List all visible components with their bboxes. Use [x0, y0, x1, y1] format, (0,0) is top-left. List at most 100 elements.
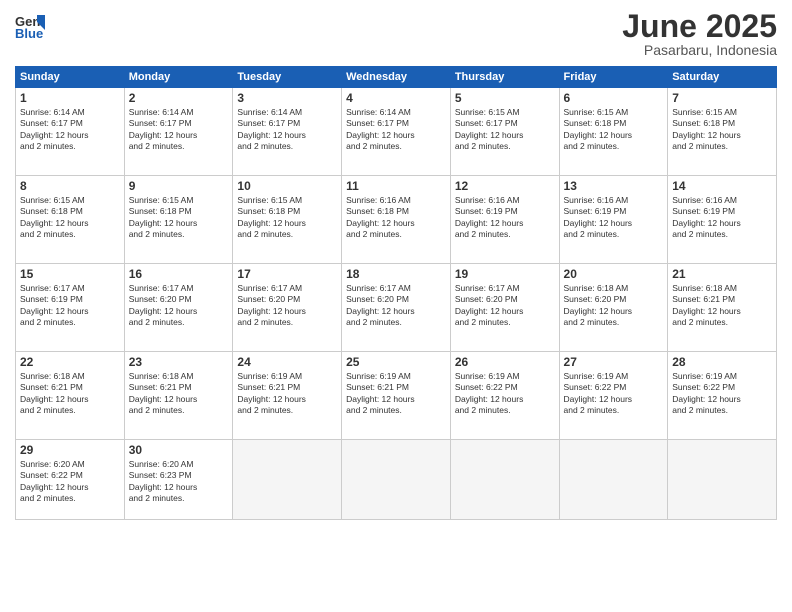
day-number: 2 [129, 91, 229, 105]
day-number: 22 [20, 355, 120, 369]
table-row: 21 Sunrise: 6:18 AMSunset: 6:21 PMDaylig… [668, 264, 777, 352]
day-number: 8 [20, 179, 120, 193]
col-sunday: Sunday [16, 67, 125, 88]
day-info: Sunrise: 6:15 AMSunset: 6:18 PMDaylight:… [564, 107, 664, 153]
table-row: 6 Sunrise: 6:15 AMSunset: 6:18 PMDayligh… [559, 88, 668, 176]
table-row: 17 Sunrise: 6:17 AMSunset: 6:20 PMDaylig… [233, 264, 342, 352]
table-row: 2 Sunrise: 6:14 AMSunset: 6:17 PMDayligh… [124, 88, 233, 176]
table-row: 29 Sunrise: 6:20 AMSunset: 6:22 PMDaylig… [16, 440, 125, 520]
day-number: 6 [564, 91, 664, 105]
day-number: 17 [237, 267, 337, 281]
day-number: 5 [455, 91, 555, 105]
day-info: Sunrise: 6:17 AMSunset: 6:19 PMDaylight:… [20, 283, 120, 329]
day-info: Sunrise: 6:14 AMSunset: 6:17 PMDaylight:… [129, 107, 229, 153]
day-number: 7 [672, 91, 772, 105]
table-row: 28 Sunrise: 6:19 AMSunset: 6:22 PMDaylig… [668, 352, 777, 440]
day-info: Sunrise: 6:20 AMSunset: 6:23 PMDaylight:… [129, 459, 229, 505]
day-number: 3 [237, 91, 337, 105]
table-row: 30 Sunrise: 6:20 AMSunset: 6:23 PMDaylig… [124, 440, 233, 520]
day-number: 25 [346, 355, 446, 369]
table-row: 1 Sunrise: 6:14 AMSunset: 6:17 PMDayligh… [16, 88, 125, 176]
day-number: 9 [129, 179, 229, 193]
day-info: Sunrise: 6:19 AMSunset: 6:21 PMDaylight:… [237, 371, 337, 417]
table-row: 3 Sunrise: 6:14 AMSunset: 6:17 PMDayligh… [233, 88, 342, 176]
table-row: 20 Sunrise: 6:18 AMSunset: 6:20 PMDaylig… [559, 264, 668, 352]
day-number: 23 [129, 355, 229, 369]
day-info: Sunrise: 6:18 AMSunset: 6:21 PMDaylight:… [129, 371, 229, 417]
table-row: 26 Sunrise: 6:19 AMSunset: 6:22 PMDaylig… [450, 352, 559, 440]
day-info: Sunrise: 6:18 AMSunset: 6:21 PMDaylight:… [20, 371, 120, 417]
day-number: 19 [455, 267, 555, 281]
day-number: 11 [346, 179, 446, 193]
day-info: Sunrise: 6:15 AMSunset: 6:18 PMDaylight:… [672, 107, 772, 153]
day-info: Sunrise: 6:17 AMSunset: 6:20 PMDaylight:… [455, 283, 555, 329]
col-saturday: Saturday [668, 67, 777, 88]
day-info: Sunrise: 6:17 AMSunset: 6:20 PMDaylight:… [237, 283, 337, 329]
day-number: 4 [346, 91, 446, 105]
table-row: 8 Sunrise: 6:15 AMSunset: 6:18 PMDayligh… [16, 176, 125, 264]
day-number: 15 [20, 267, 120, 281]
day-info: Sunrise: 6:16 AMSunset: 6:19 PMDaylight:… [455, 195, 555, 241]
day-info: Sunrise: 6:16 AMSunset: 6:18 PMDaylight:… [346, 195, 446, 241]
day-info: Sunrise: 6:20 AMSunset: 6:22 PMDaylight:… [20, 459, 120, 505]
table-row: 23 Sunrise: 6:18 AMSunset: 6:21 PMDaylig… [124, 352, 233, 440]
day-info: Sunrise: 6:15 AMSunset: 6:18 PMDaylight:… [20, 195, 120, 241]
col-monday: Monday [124, 67, 233, 88]
table-row: 22 Sunrise: 6:18 AMSunset: 6:21 PMDaylig… [16, 352, 125, 440]
svg-text:Blue: Blue [15, 26, 43, 40]
day-info: Sunrise: 6:16 AMSunset: 6:19 PMDaylight:… [564, 195, 664, 241]
day-number: 30 [129, 443, 229, 457]
day-number: 13 [564, 179, 664, 193]
day-info: Sunrise: 6:19 AMSunset: 6:22 PMDaylight:… [564, 371, 664, 417]
table-row: 16 Sunrise: 6:17 AMSunset: 6:20 PMDaylig… [124, 264, 233, 352]
table-row: 27 Sunrise: 6:19 AMSunset: 6:22 PMDaylig… [559, 352, 668, 440]
table-row: 12 Sunrise: 6:16 AMSunset: 6:19 PMDaylig… [450, 176, 559, 264]
day-number: 20 [564, 267, 664, 281]
table-row [233, 440, 342, 520]
table-row: 4 Sunrise: 6:14 AMSunset: 6:17 PMDayligh… [342, 88, 451, 176]
day-number: 12 [455, 179, 555, 193]
table-row [668, 440, 777, 520]
day-number: 27 [564, 355, 664, 369]
table-row: 18 Sunrise: 6:17 AMSunset: 6:20 PMDaylig… [342, 264, 451, 352]
table-row [342, 440, 451, 520]
day-info: Sunrise: 6:17 AMSunset: 6:20 PMDaylight:… [346, 283, 446, 329]
table-row [559, 440, 668, 520]
day-info: Sunrise: 6:14 AMSunset: 6:17 PMDaylight:… [346, 107, 446, 153]
location: Pasarbaru, Indonesia [622, 42, 777, 58]
day-info: Sunrise: 6:14 AMSunset: 6:17 PMDaylight:… [20, 107, 120, 153]
col-thursday: Thursday [450, 67, 559, 88]
day-info: Sunrise: 6:19 AMSunset: 6:22 PMDaylight:… [455, 371, 555, 417]
day-info: Sunrise: 6:18 AMSunset: 6:20 PMDaylight:… [564, 283, 664, 329]
day-info: Sunrise: 6:15 AMSunset: 6:18 PMDaylight:… [129, 195, 229, 241]
calendar-header-row: Sunday Monday Tuesday Wednesday Thursday… [16, 67, 777, 88]
table-row: 11 Sunrise: 6:16 AMSunset: 6:18 PMDaylig… [342, 176, 451, 264]
table-row: 24 Sunrise: 6:19 AMSunset: 6:21 PMDaylig… [233, 352, 342, 440]
table-row: 7 Sunrise: 6:15 AMSunset: 6:18 PMDayligh… [668, 88, 777, 176]
table-row: 15 Sunrise: 6:17 AMSunset: 6:19 PMDaylig… [16, 264, 125, 352]
day-info: Sunrise: 6:18 AMSunset: 6:21 PMDaylight:… [672, 283, 772, 329]
title-block: June 2025 Pasarbaru, Indonesia [622, 10, 777, 58]
col-tuesday: Tuesday [233, 67, 342, 88]
table-row: 13 Sunrise: 6:16 AMSunset: 6:19 PMDaylig… [559, 176, 668, 264]
day-number: 16 [129, 267, 229, 281]
logo-icon: General Blue [15, 10, 45, 40]
day-number: 1 [20, 91, 120, 105]
table-row: 14 Sunrise: 6:16 AMSunset: 6:19 PMDaylig… [668, 176, 777, 264]
day-number: 18 [346, 267, 446, 281]
table-row: 5 Sunrise: 6:15 AMSunset: 6:17 PMDayligh… [450, 88, 559, 176]
day-info: Sunrise: 6:15 AMSunset: 6:17 PMDaylight:… [455, 107, 555, 153]
day-info: Sunrise: 6:14 AMSunset: 6:17 PMDaylight:… [237, 107, 337, 153]
day-info: Sunrise: 6:16 AMSunset: 6:19 PMDaylight:… [672, 195, 772, 241]
day-info: Sunrise: 6:19 AMSunset: 6:21 PMDaylight:… [346, 371, 446, 417]
day-number: 10 [237, 179, 337, 193]
day-number: 29 [20, 443, 120, 457]
day-number: 28 [672, 355, 772, 369]
table-row [450, 440, 559, 520]
day-info: Sunrise: 6:19 AMSunset: 6:22 PMDaylight:… [672, 371, 772, 417]
calendar-table: Sunday Monday Tuesday Wednesday Thursday… [15, 66, 777, 520]
table-row: 10 Sunrise: 6:15 AMSunset: 6:18 PMDaylig… [233, 176, 342, 264]
month-title: June 2025 [622, 10, 777, 42]
day-info: Sunrise: 6:17 AMSunset: 6:20 PMDaylight:… [129, 283, 229, 329]
day-number: 26 [455, 355, 555, 369]
